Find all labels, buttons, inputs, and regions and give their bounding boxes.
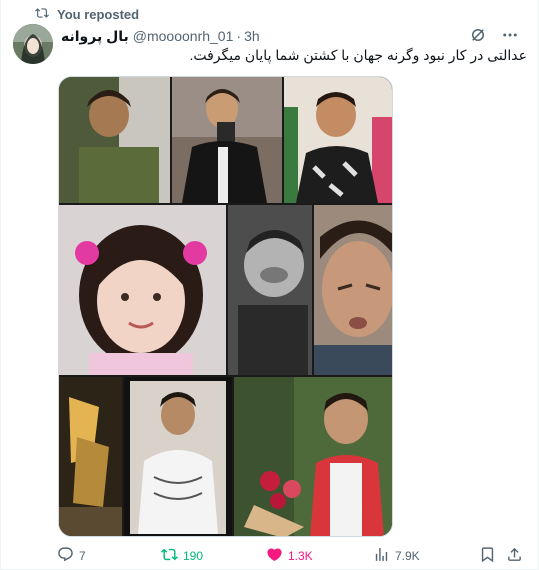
photo-5[interactable] <box>228 205 312 375</box>
like-button[interactable]: 1.3K <box>266 546 313 566</box>
action-bar: 7 190 1.3K 7.9K <box>57 546 527 566</box>
repost-context: You reposted <box>35 6 139 22</box>
more-icon[interactable] <box>501 26 519 47</box>
reply-count: 7 <box>79 549 86 563</box>
bookmark-icon <box>479 546 496 566</box>
like-count: 1.3K <box>288 549 313 563</box>
share-icon <box>506 546 523 566</box>
reply-button[interactable]: 7 <box>57 546 86 566</box>
grok-icon[interactable] <box>469 26 487 47</box>
repost-label: You reposted <box>57 6 140 22</box>
separator-dot: · <box>236 28 242 44</box>
tweet-text: عدالتی در کار نبود وگرنه جهان با کشتن شم… <box>189 47 527 63</box>
handle[interactable]: @moooonrh_01 <box>133 28 234 44</box>
photo-2[interactable] <box>172 77 282 203</box>
display-name[interactable]: بال پروانه <box>61 28 129 45</box>
avatar[interactable] <box>13 24 53 64</box>
media-collage[interactable] <box>58 76 393 537</box>
photo-6[interactable] <box>314 205 392 375</box>
bookmark-button[interactable] <box>479 546 496 566</box>
photo-1[interactable] <box>59 77 170 203</box>
photo-3[interactable] <box>284 77 392 203</box>
photo-8[interactable] <box>124 377 232 536</box>
tweet-card[interactable]: You reposted بال پروانه @moooonrh_01 · 3… <box>0 0 539 570</box>
photo-7[interactable] <box>59 377 122 536</box>
heart-icon <box>266 546 283 566</box>
timestamp[interactable]: 3h <box>244 28 260 44</box>
views-icon <box>373 546 390 566</box>
repost-icon <box>161 546 178 566</box>
repost-count: 190 <box>183 549 204 563</box>
tweet-header: بال پروانه @moooonrh_01 · 3h <box>61 26 531 46</box>
photo-9[interactable] <box>234 377 392 536</box>
repost-icon <box>35 6 49 23</box>
views-button[interactable]: 7.9K <box>373 546 420 566</box>
header-actions <box>469 26 519 47</box>
reply-icon <box>57 546 74 566</box>
photo-4[interactable] <box>59 205 226 375</box>
repost-button[interactable]: 190 <box>161 546 203 566</box>
share-button[interactable] <box>506 546 523 566</box>
views-count: 7.9K <box>395 549 420 563</box>
